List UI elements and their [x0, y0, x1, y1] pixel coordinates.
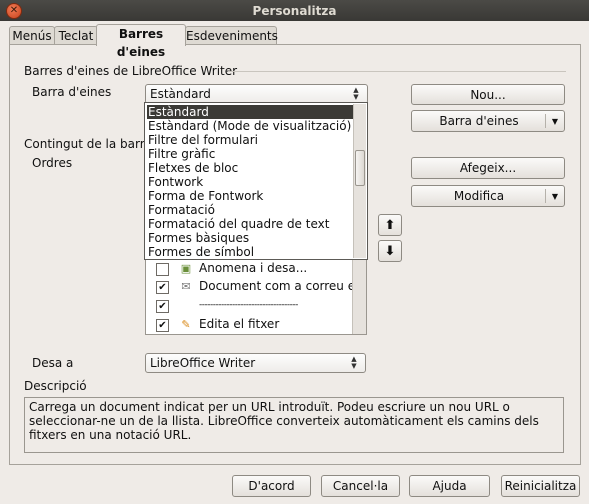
- checkbox[interactable]: ✔: [156, 300, 169, 313]
- help-button-label: Ajuda: [432, 479, 467, 493]
- dropdown-item[interactable]: Formes bàsiques: [148, 231, 249, 245]
- tab-keyboard[interactable]: Teclat: [54, 26, 98, 45]
- add-command-button-label: Afegeix...: [459, 161, 517, 175]
- list-item[interactable]: ✔ ------------------------------------: [146, 297, 356, 315]
- section-divider: [228, 71, 566, 72]
- tab-events[interactable]: Esdeveniments: [185, 26, 278, 45]
- dropdown-item[interactable]: Estàndard (Mode de visualització): [148, 119, 351, 133]
- arrow-down-icon: ⬇: [384, 243, 396, 259]
- list-item[interactable]: ✔ ✉ Document com a correu ele: [146, 278, 366, 296]
- move-up-button[interactable]: ⬆: [378, 214, 402, 236]
- cancel-button[interactable]: Cancel·la: [321, 475, 400, 497]
- dropdown-item[interactable]: Estàndard: [147, 105, 356, 119]
- dropdown-item[interactable]: Formatació: [148, 203, 215, 217]
- reset-button[interactable]: Reinicialitza: [501, 475, 580, 497]
- add-command-button[interactable]: Afegeix...: [411, 157, 565, 179]
- scrollbar-thumb[interactable]: [355, 150, 365, 186]
- dropdown-item[interactable]: Formes de símbol: [148, 245, 254, 259]
- email-icon: ✉: [181, 280, 191, 293]
- dropdown-item[interactable]: Filtre gràfic: [148, 147, 215, 161]
- description-box: Carrega un document indicat per un URL i…: [24, 397, 564, 453]
- toolbar-select-value: Estàndard: [150, 87, 211, 101]
- toolbars-section-heading: Barres d'eines de LibreOffice Writer: [24, 64, 238, 78]
- toolbar-menu-button-label: Barra d'eines: [439, 114, 519, 128]
- new-toolbar-button-label: Nou...: [470, 87, 506, 102]
- toolbar-dropdown-list[interactable]: Estàndard Estàndard (Mode de visualitzac…: [144, 102, 368, 260]
- save-in-select[interactable]: LibreOffice Writer ▲ ▼: [145, 353, 366, 373]
- content-section-heading: Contingut de la barra d: [24, 137, 146, 151]
- dropdown-item[interactable]: Fontwork: [148, 175, 203, 189]
- modify-button-label: Modifica: [453, 189, 505, 203]
- checkbox[interactable]: [156, 263, 169, 276]
- chevron-down-icon: ▼: [545, 114, 564, 128]
- reset-button-label: Reinicialitza: [504, 479, 577, 493]
- title-bar: ✕ Personalitza: [0, 0, 589, 21]
- toolbar-label: Barra d'eines: [32, 85, 112, 99]
- toolbar-select[interactable]: Estàndard ▲ ▼: [145, 84, 368, 104]
- checkbox[interactable]: ✔: [156, 281, 169, 294]
- chevron-down-icon: ▼: [545, 189, 564, 203]
- arrow-up-icon: ⬆: [384, 217, 396, 233]
- save-in-select-value: LibreOffice Writer: [150, 356, 256, 370]
- new-toolbar-button[interactable]: Nou...: [411, 84, 565, 105]
- tab-toolbars[interactable]: Barres d'eines: [96, 24, 186, 59]
- commands-list[interactable]: ▣ Anomena i desa... ✔ ✉ Document com a c…: [145, 255, 367, 335]
- description-label: Descripció: [24, 379, 87, 393]
- ok-button-label: D'acord: [248, 479, 295, 493]
- save-as-icon: ▣: [180, 262, 192, 275]
- checkbox[interactable]: ✔: [156, 319, 169, 332]
- command-label: Document com a correu ele: [199, 279, 366, 293]
- dropdown-item[interactable]: Fletxes de bloc: [148, 161, 238, 175]
- command-label: Anomena i desa...: [199, 261, 308, 275]
- dropdown-item[interactable]: Filtre del formulari: [148, 133, 258, 147]
- tab-menus[interactable]: Menús: [9, 26, 55, 45]
- edit-file-icon: ✎: [181, 318, 191, 331]
- help-button[interactable]: Ajuda: [409, 475, 490, 497]
- command-label: Edita el fitxer: [199, 317, 280, 331]
- list-scrollbar[interactable]: [352, 256, 366, 334]
- save-in-label: Desa a: [32, 356, 74, 370]
- window-title: Personalitza: [252, 3, 337, 18]
- separator-label: ------------------------------------: [199, 300, 298, 310]
- close-icon[interactable]: ✕: [6, 3, 22, 19]
- dropdown-item[interactable]: Forma de Fontwork: [148, 189, 263, 203]
- move-down-button[interactable]: ⬇: [378, 240, 402, 262]
- modify-button[interactable]: Modifica ▼: [411, 185, 565, 207]
- dropdown-scrollbar[interactable]: [353, 104, 366, 258]
- commands-label: Ordres: [32, 156, 73, 170]
- list-item[interactable]: ✔ ✎ Edita el fitxer: [146, 316, 356, 334]
- ok-button[interactable]: D'acord: [232, 475, 311, 497]
- chevron-updown-icon: ▲ ▼: [353, 86, 359, 101]
- cancel-button-label: Cancel·la: [332, 479, 389, 493]
- list-item[interactable]: ▣ Anomena i desa...: [146, 260, 356, 278]
- chevron-updown-icon: ▲ ▼: [351, 355, 357, 370]
- dropdown-item[interactable]: Formatació del quadre de text: [148, 217, 329, 231]
- toolbar-menu-button[interactable]: Barra d'eines ▼: [411, 110, 565, 132]
